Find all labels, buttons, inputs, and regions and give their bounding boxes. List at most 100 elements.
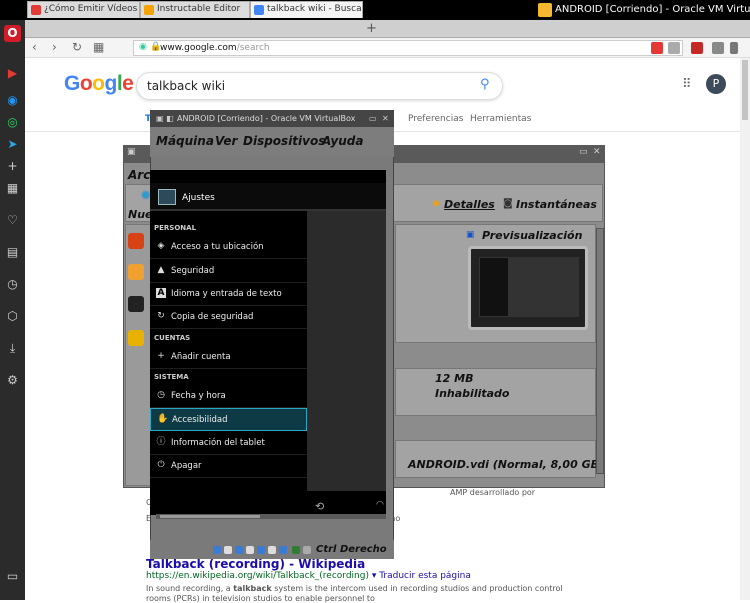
settings-item-backup[interactable]: ↻ Copia de seguridad [150,306,307,329]
history-icon[interactable]: ◷ [4,276,21,293]
address-bar[interactable]: www.google.com/search [133,40,683,56]
heart-icon[interactable]: ♡ [4,212,21,229]
tab-google-search[interactable]: talkback wiki - Buscar co [250,1,363,18]
home-nav-icon[interactable]: ◠ [376,500,384,510]
browser-sidebar: O ▶ ◉ ◎ ➤ + ▦ ♡ ▤ ◷ ⬡ ⤓ ⚙ ▭ [0,20,25,600]
settings-item-about-tablet[interactable]: ⓘ Información del tablet [150,432,307,455]
back-nav-icon[interactable]: ⟲ [315,500,324,513]
logo-letter: e [122,72,134,95]
tab-tools[interactable]: Herramientas [470,114,531,124]
record-status-icon[interactable] [268,546,276,554]
youtube-ext-icon[interactable] [651,42,663,54]
back-icon[interactable]: ‹ [32,40,37,54]
menu-maquina[interactable]: Máquina [156,134,214,148]
forward-icon[interactable]: › [52,40,57,54]
news-icon[interactable]: ▤ [4,244,21,261]
remote-display-state: Inhabilitado [435,387,510,400]
speed-dial-grid-icon[interactable]: ▦ [93,40,104,54]
details-scrollbar[interactable] [596,228,604,474]
usb-status-icon[interactable] [235,546,243,554]
logo-letter: o [79,72,93,95]
linux-penguin-icon[interactable] [128,296,144,312]
host-key-icon[interactable] [303,546,311,554]
search-input[interactable]: talkback wiki [136,72,503,100]
android-vm-icon[interactable] [128,330,144,346]
snapshots-tab[interactable]: Instantáneas [516,198,597,211]
messenger-icon[interactable]: ◉ [4,92,21,109]
restore-icon[interactable]: ▭ [369,110,377,127]
section-accounts: CUENTAS [154,334,191,342]
restore-icon[interactable]: ▭ [579,147,588,157]
tab-preferences[interactable]: Preferencias [408,114,463,124]
snapshots-icon: ◙ [503,198,513,209]
instructables-favicon-icon [144,5,154,15]
plus-icon[interactable]: + [4,158,21,175]
result-url-text[interactable]: https://en.wikipedia.org/wiki/Talkback_(… [146,571,369,581]
scrollbar-thumb[interactable] [160,515,260,518]
youtube-icon[interactable]: ▶ [4,65,21,82]
adblock-icon[interactable] [691,42,703,54]
section-personal: PERSONAL [154,224,197,232]
settings-item-label: Información del tablet [171,438,265,448]
result-title-link[interactable]: Talkback (recording) - Wikipedia [146,557,365,571]
settings-item-date-time[interactable]: ◷ Fecha y hora [150,385,307,408]
window-icon: ▣ [127,147,136,157]
settings-icon[interactable]: ⚙ [4,372,21,389]
lock-icon: ▲ [157,265,165,275]
settings-item-power-off[interactable]: ⏻ Apagar [150,455,307,478]
settings-item-security[interactable]: ▲ Seguridad [150,260,307,283]
preview-icon: ▣ [466,230,475,240]
menu-ayuda[interactable]: Ayuda [322,134,363,148]
reload-icon[interactable]: ↻ [72,40,82,54]
preview-heading: Previsualización [482,229,583,242]
menu-icon[interactable] [730,42,738,54]
extension-icon[interactable] [712,42,724,54]
optical-status-icon[interactable] [224,546,232,554]
new-machine-button[interactable]: Nue [128,208,153,221]
settings-item-location[interactable]: ◈ Acceso a tu ubicación [150,236,307,259]
logo-letter: o [92,72,105,95]
settings-item-language[interactable]: A Idioma y entrada de texto [150,283,307,306]
hdd-status-icon[interactable] [213,546,221,554]
tab-video[interactable]: ¿Cómo Emitir Vídeos co [27,1,140,18]
menu-dispositivos[interactable]: Dispositivos [243,134,325,148]
vm-list-item-icon[interactable] [128,264,144,280]
scrollbar-thumb[interactable] [742,60,748,120]
vbox-window-icon [538,3,552,17]
new-tab-button[interactable]: + [366,21,377,36]
apps-grid-icon[interactable]: ⠿ [682,77,692,92]
google-logo[interactable]: Google [64,72,134,96]
vm-list-item-icon[interactable] [128,233,144,249]
android-nav-bar [150,491,386,515]
cpu-status-icon[interactable] [292,546,300,554]
opera-logo[interactable]: O [4,25,21,42]
page-scrollbar[interactable] [740,58,750,600]
download-icon[interactable]: ⤓ [4,340,21,357]
close-icon[interactable]: ✕ [382,110,389,127]
display-status-icon[interactable] [257,546,265,554]
close-icon[interactable]: ✕ [593,147,601,157]
result-snippet: In sound recording, a talkback system is… [146,584,563,593]
menu-ver[interactable]: Ver [215,134,237,148]
shared-folder-status-icon[interactable] [246,546,254,554]
clock-icon: ◷ [157,390,165,400]
settings-detail-pane[interactable] [307,211,386,491]
panel-toggle-icon[interactable]: ▭ [4,568,21,585]
network-status-icon[interactable] [279,546,287,554]
extensions-icon[interactable]: ⬡ [4,308,21,325]
snapshot-icon[interactable] [668,42,680,54]
telegram-icon[interactable]: ➤ [4,136,21,153]
address-path: /search [236,43,270,53]
avatar[interactable]: P [706,74,726,94]
tab-instructable[interactable]: Instructable Editor [140,1,250,18]
search-icon[interactable]: ⚲ [480,77,490,92]
translate-link[interactable]: ▾ Traducir esta página [372,571,471,581]
speed-dial-icon[interactable]: ▦ [4,180,21,197]
whatsapp-icon[interactable]: ◎ [4,114,21,131]
backup-icon: ↻ [157,311,165,321]
settings-item-accessibility[interactable]: ✋ Accesibilidad [150,408,307,431]
settings-item-add-account[interactable]: + Añadir cuenta [150,346,307,369]
window-menu-icon[interactable]: ▣ ◧ [156,110,174,127]
settings-app-icon[interactable] [158,189,176,205]
details-tab[interactable]: Detalles [444,198,495,211]
